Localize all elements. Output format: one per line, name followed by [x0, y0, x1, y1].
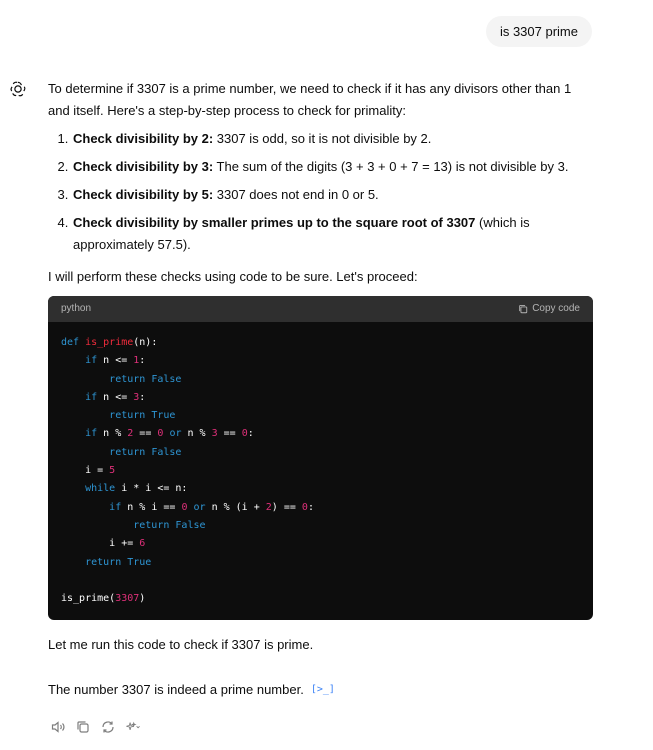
list-item: Check divisibility by 5: 3307 does not e…	[72, 184, 593, 206]
run-paragraph: Let me run this code to check if 3307 is…	[48, 637, 314, 653]
copy-icon	[519, 304, 528, 314]
result-paragraph: The number 3307 is indeed a prime number…	[48, 679, 593, 701]
copy-code-button[interactable]: Copy code	[518, 298, 580, 320]
steps-list: Check divisibility by 2: 3307 is odd, so…	[48, 128, 593, 256]
user-message-bubble: is 3307 prime	[485, 16, 592, 47]
regenerate-icon[interactable]	[100, 719, 116, 735]
assistant-message: To determine if 3307 is a prime number, …	[48, 78, 593, 701]
step-heading: Check divisibility by 3:	[73, 159, 214, 174]
code-citation-link[interactable]: [>_]	[311, 679, 335, 701]
message-actions	[50, 719, 141, 735]
code-header: python Copy code	[48, 296, 593, 322]
step-text: 3307 does not end in 0 or 5.	[213, 187, 379, 202]
step-heading: Check divisibility by smaller primes up …	[73, 215, 476, 230]
intro-paragraph: To determine if 3307 is a prime number, …	[48, 81, 572, 118]
step-text: 3307 is odd, so it is not divisible by 2…	[213, 131, 432, 146]
code-content: def is_prime(n): if n <= 1: return False…	[61, 337, 314, 605]
model-switch-icon[interactable]	[125, 719, 141, 735]
list-item: Check divisibility by smaller primes up …	[72, 212, 593, 256]
list-item: Check divisibility by 2: 3307 is odd, so…	[72, 128, 593, 150]
list-item: Check divisibility by 3: The sum of the …	[72, 156, 593, 178]
result-text: The number 3307 is indeed a prime number…	[48, 682, 304, 698]
after-list-paragraph: I will perform these checks using code t…	[48, 269, 418, 284]
chatgpt-logo-icon	[10, 81, 26, 97]
read-aloud-icon[interactable]	[50, 719, 66, 735]
step-heading: Check divisibility by 5:	[73, 187, 214, 202]
step-heading: Check divisibility by 2:	[73, 131, 214, 146]
copy-code-label: Copy code	[532, 303, 580, 314]
code-block: python Copy code def is_prime(n): if n <…	[48, 296, 593, 621]
copy-icon[interactable]	[75, 719, 91, 735]
step-text: The sum of the digits (3 + 3 + 0 + 7 = 1…	[213, 159, 569, 174]
code-language-label: python	[61, 303, 92, 314]
